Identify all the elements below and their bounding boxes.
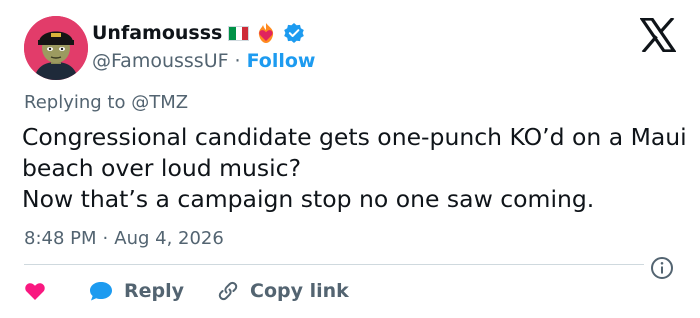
italy-flag-icon (228, 25, 250, 41)
handle-separator: · (234, 50, 241, 72)
copy-link-label: Copy link (250, 280, 349, 302)
tweet-timestamp[interactable]: 8:48 PM · Aug 4, 2026 (24, 228, 224, 249)
author-handle[interactable]: @FamousssUF (92, 50, 229, 72)
reply-button[interactable]: Reply (46, 280, 184, 302)
divider (24, 264, 644, 265)
avatar[interactable] (24, 16, 88, 80)
info-icon[interactable] (650, 256, 674, 280)
heart-icon (25, 283, 45, 300)
follow-button[interactable]: Follow (247, 50, 316, 72)
timestamp-separator: · (102, 228, 109, 249)
like-button[interactable] (24, 281, 46, 301)
reply-bubble-icon (90, 282, 112, 301)
tweet-time: 8:48 PM (24, 228, 97, 249)
verified-badge-icon (283, 22, 305, 44)
tweet-actions: Reply Copy link (24, 276, 349, 306)
author-name-row: Unfamousss (92, 18, 305, 48)
x-logo-icon[interactable] (638, 16, 678, 54)
tweet-embed-card: Unfamousss @FamousssUF · Follow Replying… (0, 0, 700, 318)
author-handle-row: @FamousssUF · Follow (92, 48, 316, 74)
tweet-date: Aug 4, 2026 (114, 228, 224, 249)
author-display-name[interactable]: Unfamousss (92, 22, 222, 44)
link-icon (218, 281, 238, 301)
replying-to-handle[interactable]: @TMZ (131, 92, 188, 113)
reply-label: Reply (124, 280, 185, 302)
tweet-text: Congressional candidate gets one-punch K… (22, 123, 687, 213)
replying-to-line: Replying to @TMZ (24, 92, 188, 113)
replying-prefix: Replying to (24, 92, 126, 113)
heart-on-fire-icon (255, 22, 277, 44)
copy-link-button[interactable]: Copy link (184, 279, 349, 303)
